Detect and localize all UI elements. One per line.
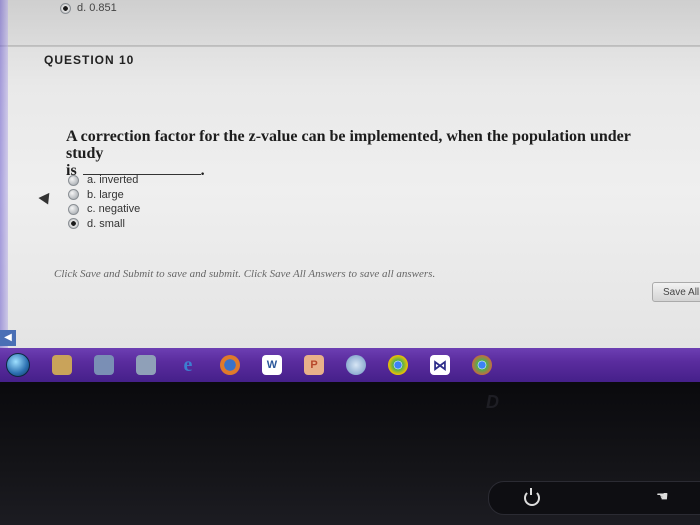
- chrome-icon[interactable]: [388, 355, 408, 375]
- radio-icon[interactable]: [68, 203, 79, 215]
- option-label: a. inverted: [87, 174, 139, 187]
- option-b[interactable]: b. large: [68, 188, 140, 203]
- media-player-icon[interactable]: [136, 355, 156, 375]
- screen: d. 0.851 QUESTION 10 A correction factor…: [0, 0, 700, 348]
- touch-icon[interactable]: ☚: [656, 488, 669, 505]
- option-label: b. large: [87, 188, 124, 201]
- radio-selected-icon[interactable]: [68, 218, 79, 230]
- submit-instruction: Click Save and Submit to save and submit…: [54, 268, 436, 280]
- previous-answer-option[interactable]: d. 0.851: [60, 2, 117, 14]
- firefox-icon[interactable]: [220, 355, 240, 375]
- question-title: QUESTION 10: [44, 53, 135, 67]
- file-explorer-icon[interactable]: [52, 355, 72, 375]
- question-text: A correction factor for the z-value can …: [66, 128, 666, 179]
- save-all-answers-button[interactable]: Save All: [652, 282, 700, 302]
- start-orb-icon[interactable]: [6, 353, 30, 377]
- divider: [0, 45, 700, 46]
- brand-logo: D: [486, 392, 499, 412]
- answer-options: a. inverted b. large c. negative d. smal…: [68, 173, 140, 231]
- option-a[interactable]: a. inverted: [68, 173, 140, 188]
- previous-question-strip: d. 0.851: [0, 0, 700, 47]
- mouse-cursor-icon: [38, 192, 54, 208]
- globe-icon[interactable]: [346, 355, 366, 375]
- internet-explorer-icon[interactable]: e: [178, 354, 198, 376]
- left-accent-bar: [0, 0, 8, 348]
- back-arrow-icon[interactable]: ◀: [0, 330, 16, 346]
- power-icon[interactable]: [524, 488, 540, 506]
- document-icon[interactable]: [94, 355, 114, 375]
- option-d[interactable]: d. small: [68, 217, 140, 232]
- question-text-line1: A correction factor for the z-value can …: [66, 128, 631, 162]
- radio-icon[interactable]: [68, 174, 79, 186]
- previous-answer-label: d. 0.851: [77, 2, 117, 14]
- radio-selected-icon[interactable]: [60, 2, 71, 14]
- question-text-end: .: [200, 162, 205, 179]
- windows-taskbar: e W P ⋈: [0, 348, 700, 382]
- option-c[interactable]: c. negative: [68, 202, 140, 217]
- option-label: c. negative: [87, 203, 141, 216]
- word-icon[interactable]: W: [262, 355, 282, 375]
- visual-studio-icon[interactable]: ⋈: [430, 355, 450, 375]
- powerpoint-icon[interactable]: P: [304, 355, 324, 375]
- radio-icon[interactable]: [68, 189, 79, 201]
- option-label: d. small: [87, 217, 125, 230]
- chrome-alt-icon[interactable]: [472, 355, 492, 375]
